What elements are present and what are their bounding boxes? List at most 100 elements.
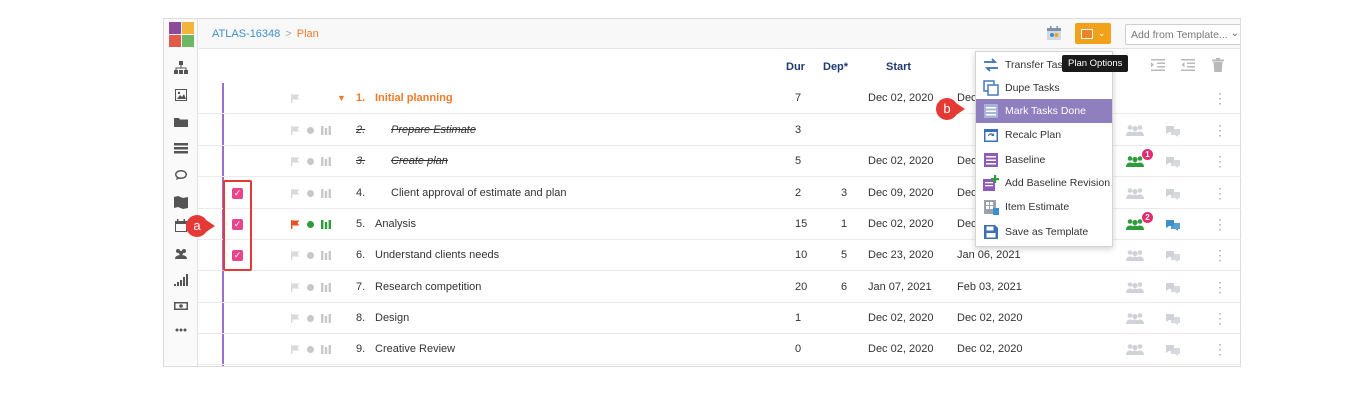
row-more-icon[interactable]: ⋮ <box>1213 240 1227 271</box>
menu-item-baseline[interactable]: Baseline <box>976 148 1112 172</box>
money-icon[interactable] <box>164 295 198 317</box>
task-duration[interactable]: 10 <box>795 240 807 271</box>
comments-icon[interactable] <box>1165 188 1181 200</box>
assignees-icon[interactable] <box>1126 343 1144 356</box>
task-duration[interactable]: 2 <box>795 178 801 209</box>
flag-icon[interactable] <box>291 345 300 354</box>
comments-icon[interactable] <box>1165 219 1181 231</box>
breadcrumb-project-link[interactable]: ATLAS-16348 <box>212 28 280 40</box>
task-end-date[interactable]: Feb 03, 2021 <box>957 272 1022 303</box>
row-more-icon[interactable]: ⋮ <box>1213 146 1227 177</box>
task-duration[interactable]: 0 <box>795 334 801 365</box>
menu-item-item-estimate[interactable]: Item Estimate <box>976 195 1112 219</box>
task-dependency[interactable]: 6 <box>841 272 847 303</box>
task-end-date[interactable]: Dec <box>957 209 977 240</box>
task-duration[interactable]: 3 <box>795 115 801 146</box>
flag-icon[interactable] <box>291 189 300 198</box>
task-dependency[interactable]: 3 <box>841 178 847 209</box>
task-end-date[interactable]: Dec <box>957 146 977 177</box>
flag-icon[interactable] <box>291 283 300 292</box>
menu-item-dupe-tasks[interactable]: Dupe Tasks <box>976 76 1112 100</box>
task-start-date[interactable]: Dec 02, 2020 <box>868 83 933 114</box>
task-dependency[interactable]: 1 <box>841 209 847 240</box>
column-header-dur[interactable]: Dur <box>786 61 805 73</box>
row-more-icon[interactable]: ⋮ <box>1213 83 1227 114</box>
task-name[interactable]: Analysis <box>375 209 416 240</box>
row-more-icon[interactable]: ⋮ <box>1213 178 1227 209</box>
task-end-date[interactable]: Dec 02, 2020 <box>957 303 1022 334</box>
trash-icon[interactable] <box>1211 58 1225 72</box>
task-row[interactable]: 8. Design 1 Dec 02, 2020 Dec 02, 2020 ⋮ <box>198 303 1241 334</box>
flag-icon[interactable] <box>291 94 300 103</box>
outdent-icon[interactable] <box>1181 58 1195 72</box>
task-duration[interactable]: 20 <box>795 272 807 303</box>
team-icon[interactable] <box>164 243 198 265</box>
task-name[interactable]: Design <box>375 303 409 334</box>
column-header-start[interactable]: Start <box>886 61 911 73</box>
task-start-date[interactable]: Dec 02, 2020 <box>868 334 933 365</box>
comments-icon[interactable] <box>164 164 198 186</box>
comments-icon[interactable] <box>1165 156 1181 168</box>
folder-icon[interactable] <box>164 111 198 133</box>
menu-item-recalc-plan[interactable]: Recalc Plan <box>976 123 1112 147</box>
row-more-icon[interactable]: ⋮ <box>1213 272 1227 303</box>
task-name[interactable]: Creative Review <box>375 334 455 365</box>
comments-icon[interactable] <box>1165 344 1181 356</box>
menu-item-save-as-template[interactable]: Save as Template <box>976 220 1112 244</box>
row-more-icon[interactable]: ⋮ <box>1213 115 1227 146</box>
assignees-icon[interactable] <box>1126 312 1144 325</box>
menu-item-mark-tasks-done[interactable]: Mark Tasks Done <box>976 99 1112 123</box>
team-calendar-icon[interactable] <box>1045 25 1063 43</box>
task-duration[interactable]: 7 <box>795 83 801 114</box>
task-name[interactable]: Create plan <box>391 146 448 177</box>
comments-icon[interactable] <box>1165 313 1181 325</box>
image-icon[interactable] <box>164 84 198 106</box>
task-duration[interactable]: 15 <box>795 209 807 240</box>
task-start-date[interactable]: Dec 09, 2020 <box>868 178 933 209</box>
assignees-icon[interactable] <box>1126 124 1144 137</box>
map-icon[interactable] <box>164 191 198 213</box>
more-sidebar-icon[interactable] <box>164 319 198 341</box>
signal-chart-icon[interactable] <box>164 269 198 291</box>
flag-icon[interactable] <box>291 157 300 166</box>
row-more-icon[interactable]: ⋮ <box>1213 334 1227 365</box>
assignees-icon[interactable] <box>1126 249 1144 262</box>
task-name[interactable]: Client approval of estimate and plan <box>391 178 567 209</box>
task-row[interactable]: 7. Research competition 20 6 Jan 07, 2021 Feb… <box>198 272 1241 303</box>
assignees-icon[interactable] <box>1126 218 1144 231</box>
comments-icon[interactable] <box>1165 250 1181 262</box>
menu-item-add-baseline-revision[interactable]: Add Baseline Revision <box>976 171 1112 195</box>
task-start-date[interactable]: Jan 07, 2021 <box>868 272 932 303</box>
task-end-date[interactable]: Dec <box>957 178 977 209</box>
comments-icon[interactable] <box>1165 125 1181 137</box>
task-start-date[interactable]: Dec 02, 2020 <box>868 146 933 177</box>
task-start-date[interactable]: Dec 02, 2020 <box>868 209 933 240</box>
flag-icon[interactable] <box>291 126 300 135</box>
task-duration[interactable]: 5 <box>795 146 801 177</box>
indent-icon[interactable] <box>1151 58 1165 72</box>
task-name[interactable]: Prepare Estimate <box>391 115 476 146</box>
assignees-icon[interactable] <box>1126 187 1144 200</box>
row-more-icon[interactable]: ⋮ <box>1213 209 1227 240</box>
row-more-icon[interactable]: ⋮ <box>1213 303 1227 334</box>
assignees-icon[interactable] <box>1126 281 1144 294</box>
column-header-dep[interactable]: Dep* <box>823 61 848 73</box>
task-name[interactable]: Understand clients needs <box>375 240 499 271</box>
task-name[interactable]: Research competition <box>375 272 481 303</box>
flag-icon[interactable] <box>291 314 300 323</box>
add-from-template-select[interactable]: Add from Template... ⌄ <box>1125 24 1240 45</box>
collapse-caret-icon[interactable]: ▼ <box>337 83 346 114</box>
app-logo[interactable] <box>169 22 194 47</box>
plan-options-button[interactable]: ⌄ <box>1075 23 1111 44</box>
flag-icon[interactable] <box>291 251 300 260</box>
task-duration[interactable]: 1 <box>795 303 801 334</box>
hierarchy-icon[interactable] <box>164 57 198 79</box>
task-start-date[interactable]: Dec 02, 2020 <box>868 303 933 334</box>
task-start-date[interactable]: Dec 23, 2020 <box>868 240 933 271</box>
task-dependency[interactable]: 5 <box>841 240 847 271</box>
task-row[interactable]: 9. Creative Review 0 Dec 02, 2020 Dec 02, 20… <box>198 334 1241 365</box>
list-icon[interactable] <box>164 137 198 159</box>
flag-icon[interactable] <box>291 220 300 229</box>
assignees-icon[interactable] <box>1126 155 1144 168</box>
task-name[interactable]: Initial planning <box>375 83 453 114</box>
